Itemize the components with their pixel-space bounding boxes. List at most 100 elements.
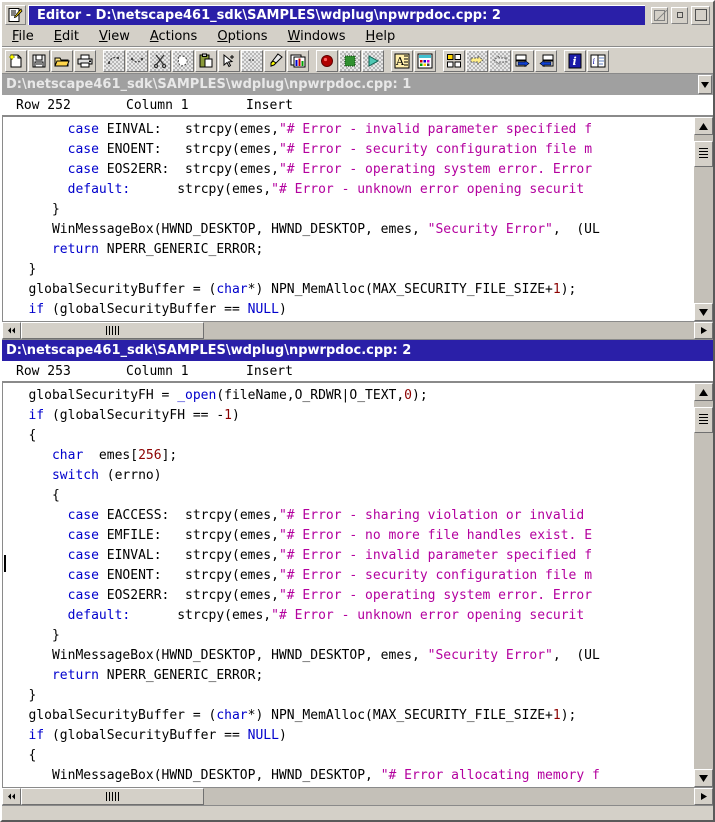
pane-2-vscroll-track[interactable] [694, 401, 713, 769]
pane-1-hscroll-track[interactable] [21, 322, 694, 339]
toolbar-info-button[interactable]: i [564, 49, 586, 72]
svg-text:A: A [395, 55, 405, 68]
code-token: case [67, 162, 99, 177]
toolbar-copy-button[interactable] [172, 49, 194, 72]
pane-2-hscroll-thumb[interactable] [21, 788, 204, 805]
code-token: { [5, 748, 37, 763]
maximize-button[interactable] [691, 5, 710, 25]
code-token: case [67, 528, 99, 543]
code-token: strcpy(emes, [185, 528, 279, 543]
toolbar-save-button[interactable] [28, 49, 50, 72]
code-line: case ENOENT: strcpy(emes,"# Error - secu… [5, 566, 694, 586]
menu-item-view[interactable]: View [99, 29, 130, 44]
toolbar-open-button[interactable] [51, 49, 73, 72]
toolbar-record-button[interactable] [316, 49, 338, 72]
pane-1-horizontal-scrollbar[interactable] [2, 321, 713, 340]
svg-text:i: i [573, 55, 577, 68]
toolbar-highlight-button[interactable] [264, 49, 286, 72]
toolbar-clear-button[interactable] [241, 49, 263, 72]
toolbar-new-button[interactable] [5, 49, 27, 72]
triangle-down-icon [699, 774, 708, 782]
find-next-icon [470, 54, 484, 65]
toolbar-cut-button[interactable] [149, 49, 171, 72]
toolbar-undo-button[interactable] [103, 49, 125, 72]
pane-2-column: Column 1 [126, 363, 189, 379]
toolbar-tile-button[interactable] [443, 49, 465, 72]
pane-2-scroll-right-button[interactable] [694, 788, 713, 805]
code-token: NULL [247, 302, 279, 317]
code-token: emes[ [83, 448, 139, 463]
menu-item-options[interactable]: Options [217, 29, 267, 44]
menu-options-label: ptions [227, 28, 268, 44]
pane-1-vertical-scrollbar[interactable] [694, 116, 713, 321]
menu-item-windows[interactable]: Windows [288, 29, 346, 44]
pane-1-scroll-down-button[interactable] [694, 303, 713, 321]
pane-1-scroll-left-button[interactable] [2, 322, 21, 339]
pane-1-titlebar[interactable]: D:\netscape461_sdk\SAMPLES\wdplug\npwrpd… [2, 74, 713, 95]
code-line: default: strcpy(emes,"# Error - unknown … [5, 180, 694, 200]
pane-2-vertical-scrollbar[interactable] [694, 382, 713, 787]
copy-dotted-icon [177, 54, 188, 67]
code-token: 1 [552, 282, 561, 297]
code-token: "# Error - unknown error opening securit [271, 608, 585, 623]
pane-2-scroll-down-button[interactable] [694, 769, 713, 787]
pane-2-scroll-up-button[interactable] [694, 383, 713, 401]
code-token: strcpy(emes, [177, 608, 272, 623]
toolbar-find-next-button[interactable] [466, 49, 488, 72]
code-line: } [5, 626, 694, 646]
pane-1-scroll-up-button[interactable] [694, 117, 713, 135]
stop-icon [344, 55, 356, 66]
toolbar-play-button[interactable] [362, 49, 384, 72]
toolbar-help-button[interactable]: i [587, 49, 609, 72]
code-token: *) NPN_MemAlloc(MAX_SECURITY_FILE_SIZE+ [247, 708, 553, 723]
pane-1-scroll-right-button[interactable] [694, 322, 713, 339]
pane-2-hscroll-track[interactable] [21, 788, 694, 805]
toolbar-find-previous-button[interactable] [489, 49, 511, 72]
grip-icon [105, 326, 120, 335]
toolbar-select-button[interactable] [218, 49, 240, 72]
code-line: return NPERR_GENERIC_ERROR; [5, 666, 694, 686]
toolbar-next-file-button[interactable] [512, 49, 534, 72]
pane-1-vscroll-track[interactable] [694, 135, 713, 303]
code-token: if [28, 408, 45, 423]
hide-button[interactable] [651, 6, 668, 24]
pane-1-vscroll-thumb[interactable] [694, 141, 713, 167]
toolbar-stop-button[interactable] [339, 49, 361, 72]
toolbar-print-button[interactable] [74, 49, 96, 72]
redo-dotted-icon [130, 57, 144, 63]
pane-2-scroll-left-button[interactable] [2, 788, 21, 805]
menu-item-help[interactable]: Help [366, 29, 396, 44]
pane-1-code-wrap: case EINVAL: strcpy(emes,"# Error - inva… [2, 116, 713, 321]
pane-1-dropdown-button[interactable] [698, 75, 712, 94]
toolbar-redo-button[interactable] [126, 49, 148, 72]
pane-2-titlebar[interactable]: D:\netscape461_sdk\SAMPLES\wdplug\npwrpd… [2, 340, 713, 361]
highlight-pen-icon [270, 52, 283, 67]
pane-1-hscroll-thumb[interactable] [21, 322, 204, 339]
code-token: case [67, 122, 99, 137]
toolbar-previous-file-button[interactable] [535, 49, 557, 72]
minimize-button[interactable] [671, 6, 688, 24]
toolbar-paste-button[interactable] [195, 49, 217, 72]
menu-item-edit[interactable]: Edit [54, 29, 79, 44]
toolbar-colors-button[interactable] [414, 49, 436, 72]
menu-actions-label: ctions [158, 28, 198, 44]
menu-item-file[interactable]: File [12, 29, 34, 44]
triangle-up-icon [699, 122, 708, 130]
pane-2-code-area[interactable]: globalSecurityFH = _open(fileName,O_RDWR… [2, 382, 694, 787]
menu-item-actions[interactable]: Actions [150, 29, 198, 44]
code-line: globalSecurityFH = _open(fileName,O_RDWR… [5, 386, 694, 406]
code-token: EINVAL: [98, 122, 186, 137]
hide-icon [654, 9, 665, 21]
previous-file-icon [539, 54, 554, 67]
toolbar-chart-button[interactable] [287, 49, 309, 72]
toolbar-font-button[interactable]: A [391, 49, 413, 72]
system-menu-icon[interactable] [5, 5, 26, 25]
pane-2-vscroll-thumb[interactable] [694, 407, 713, 433]
pane-1-code-area[interactable]: case EINVAL: strcpy(emes,"# Error - inva… [2, 116, 694, 321]
pane-2-horizontal-scrollbar[interactable] [2, 787, 713, 806]
